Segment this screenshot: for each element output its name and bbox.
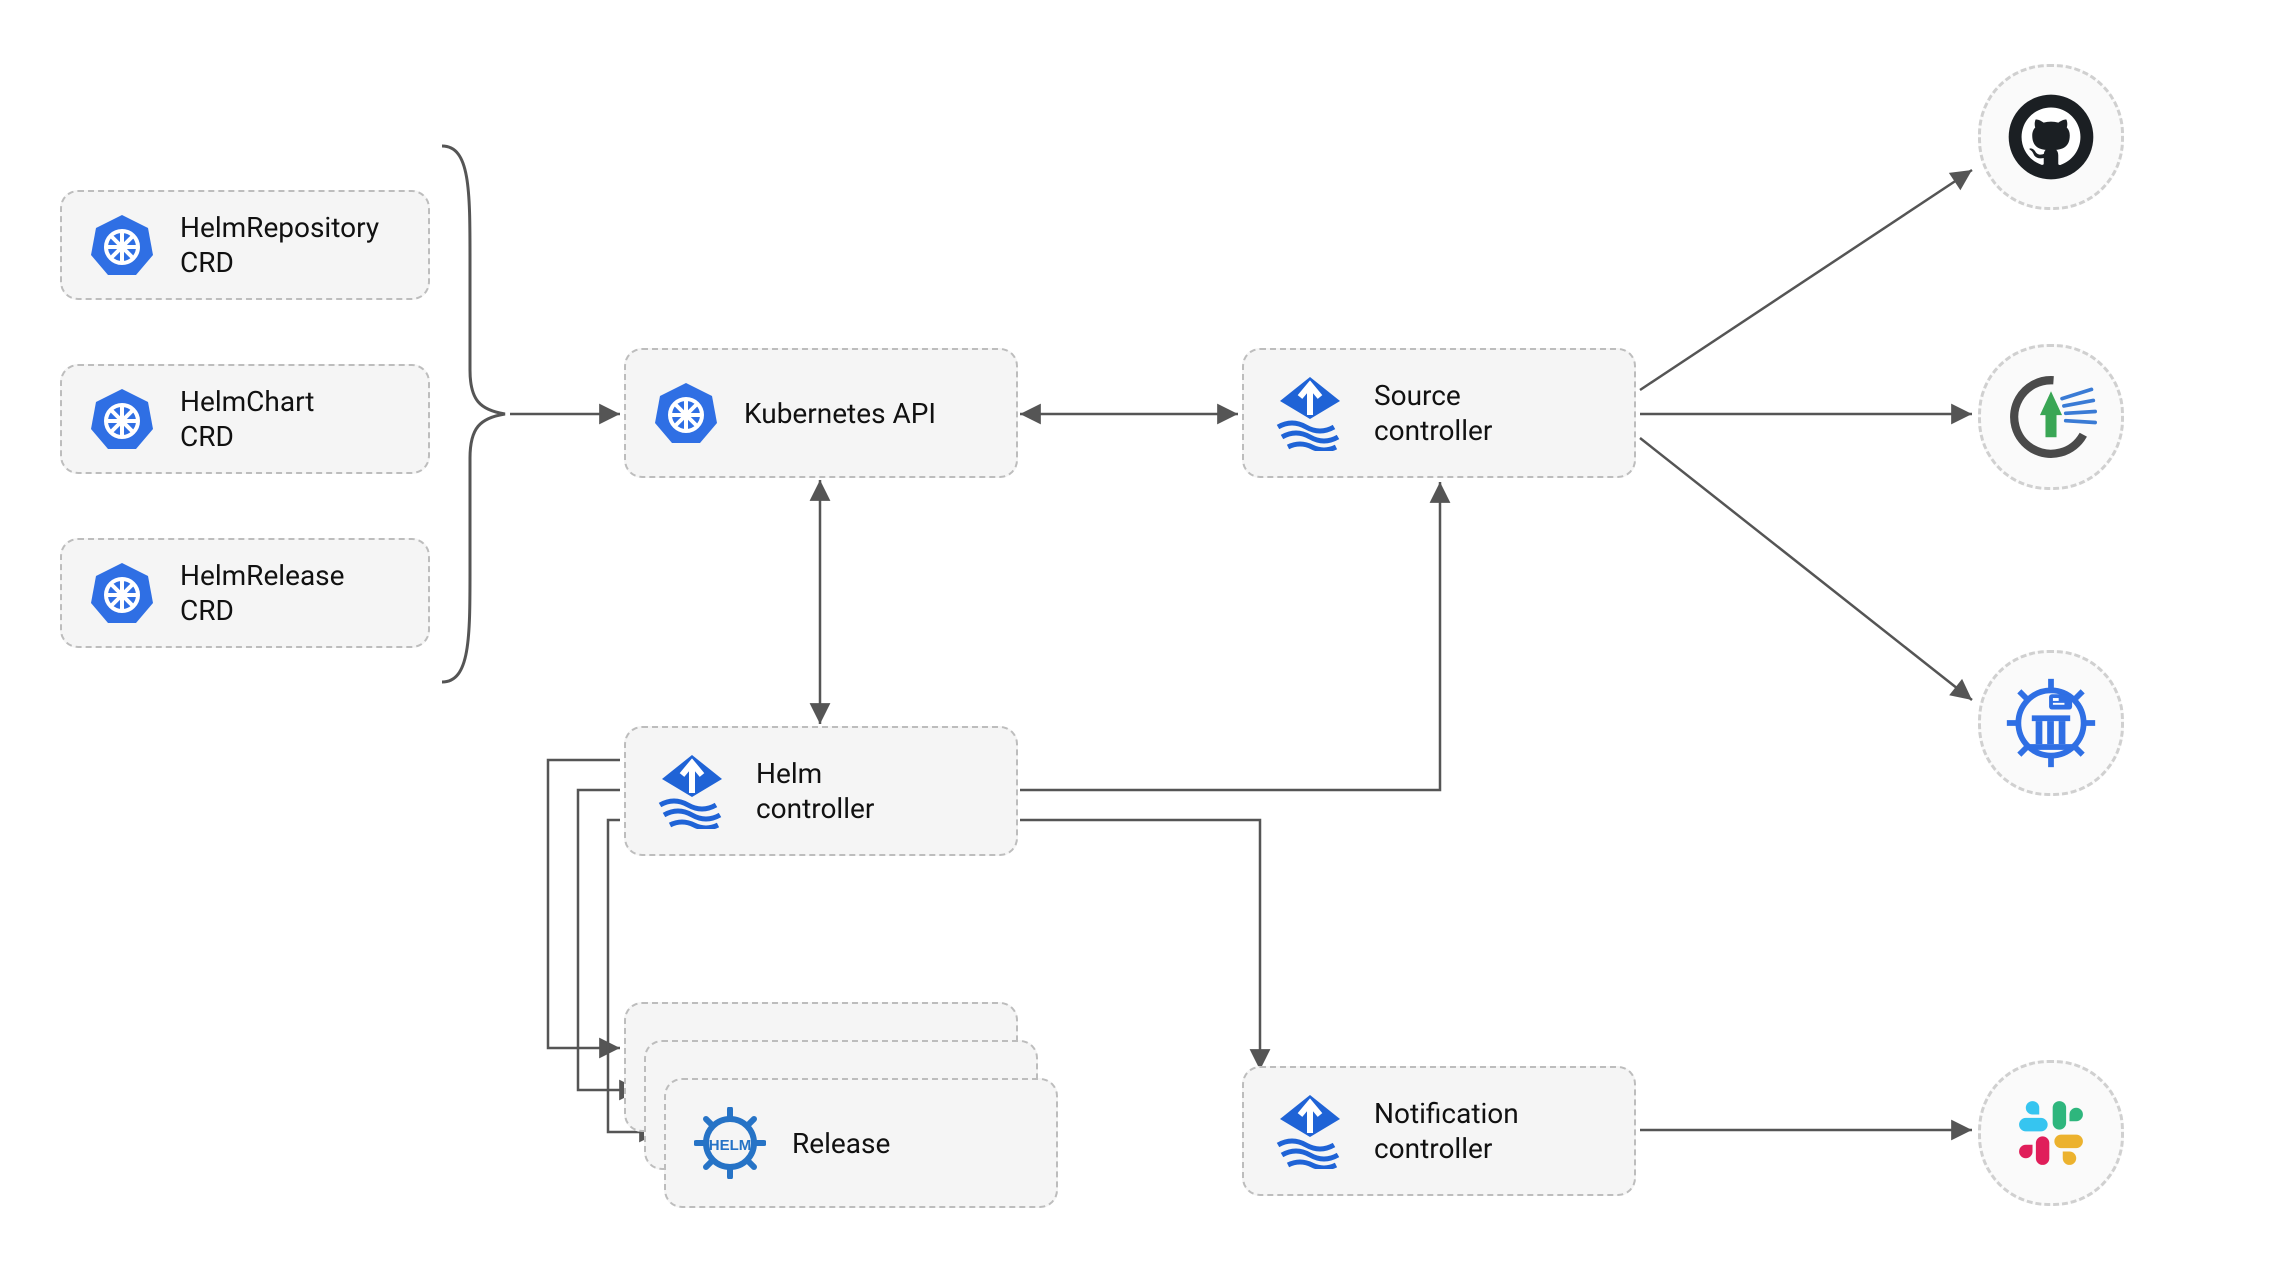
source-controller-label: Source controller	[1374, 378, 1492, 448]
chartmuseum-icon	[2003, 675, 2099, 771]
helm-controller-label: Helm controller	[756, 756, 874, 826]
github-icon	[2005, 91, 2097, 183]
notification-controller-node: Notification controller	[1242, 1066, 1636, 1196]
external-harbor	[1978, 344, 2124, 490]
release-node: HELM Release	[664, 1078, 1058, 1208]
external-slack	[1978, 1060, 2124, 1206]
edge-helm-release-1	[548, 760, 620, 1048]
crd-helm-release-label: HelmRelease CRD	[180, 558, 344, 628]
flux-icon	[1272, 1093, 1348, 1169]
kubernetes-icon	[654, 381, 718, 445]
release-label: Release	[792, 1126, 890, 1161]
kubernetes-icon	[90, 387, 154, 451]
edge-helm-to-source	[1020, 482, 1440, 790]
notification-controller-label: Notification controller	[1374, 1096, 1519, 1166]
crd-helm-release: HelmRelease CRD	[60, 538, 430, 648]
k8s-api-node: Kubernetes API	[624, 348, 1018, 478]
crd-brace	[442, 146, 505, 682]
kubernetes-icon	[90, 561, 154, 625]
crd-helm-repository-label: HelmRepository CRD	[180, 210, 379, 280]
k8s-api-label: Kubernetes API	[744, 396, 936, 431]
flux-icon	[654, 753, 730, 829]
crd-helm-chart: HelmChart CRD	[60, 364, 430, 474]
external-github	[1978, 64, 2124, 210]
helm-icon: HELM	[694, 1107, 766, 1179]
edge-helm-to-notif	[1020, 820, 1260, 1070]
diagram-canvas: HelmRepository CRD HelmChart CRD HelmRel…	[0, 0, 2296, 1264]
edge-source-github	[1640, 170, 1972, 390]
edge-source-chartmuseum	[1640, 438, 1972, 700]
helm-controller-node: Helm controller	[624, 726, 1018, 856]
harbor-icon	[2005, 371, 2097, 463]
slack-icon	[2009, 1091, 2093, 1175]
kubernetes-icon	[90, 213, 154, 277]
external-chartmuseum	[1978, 650, 2124, 796]
crd-helm-chart-label: HelmChart CRD	[180, 384, 314, 454]
crd-helm-repository: HelmRepository CRD	[60, 190, 430, 300]
flux-icon	[1272, 375, 1348, 451]
source-controller-node: Source controller	[1242, 348, 1636, 478]
svg-text:HELM: HELM	[709, 1137, 752, 1154]
